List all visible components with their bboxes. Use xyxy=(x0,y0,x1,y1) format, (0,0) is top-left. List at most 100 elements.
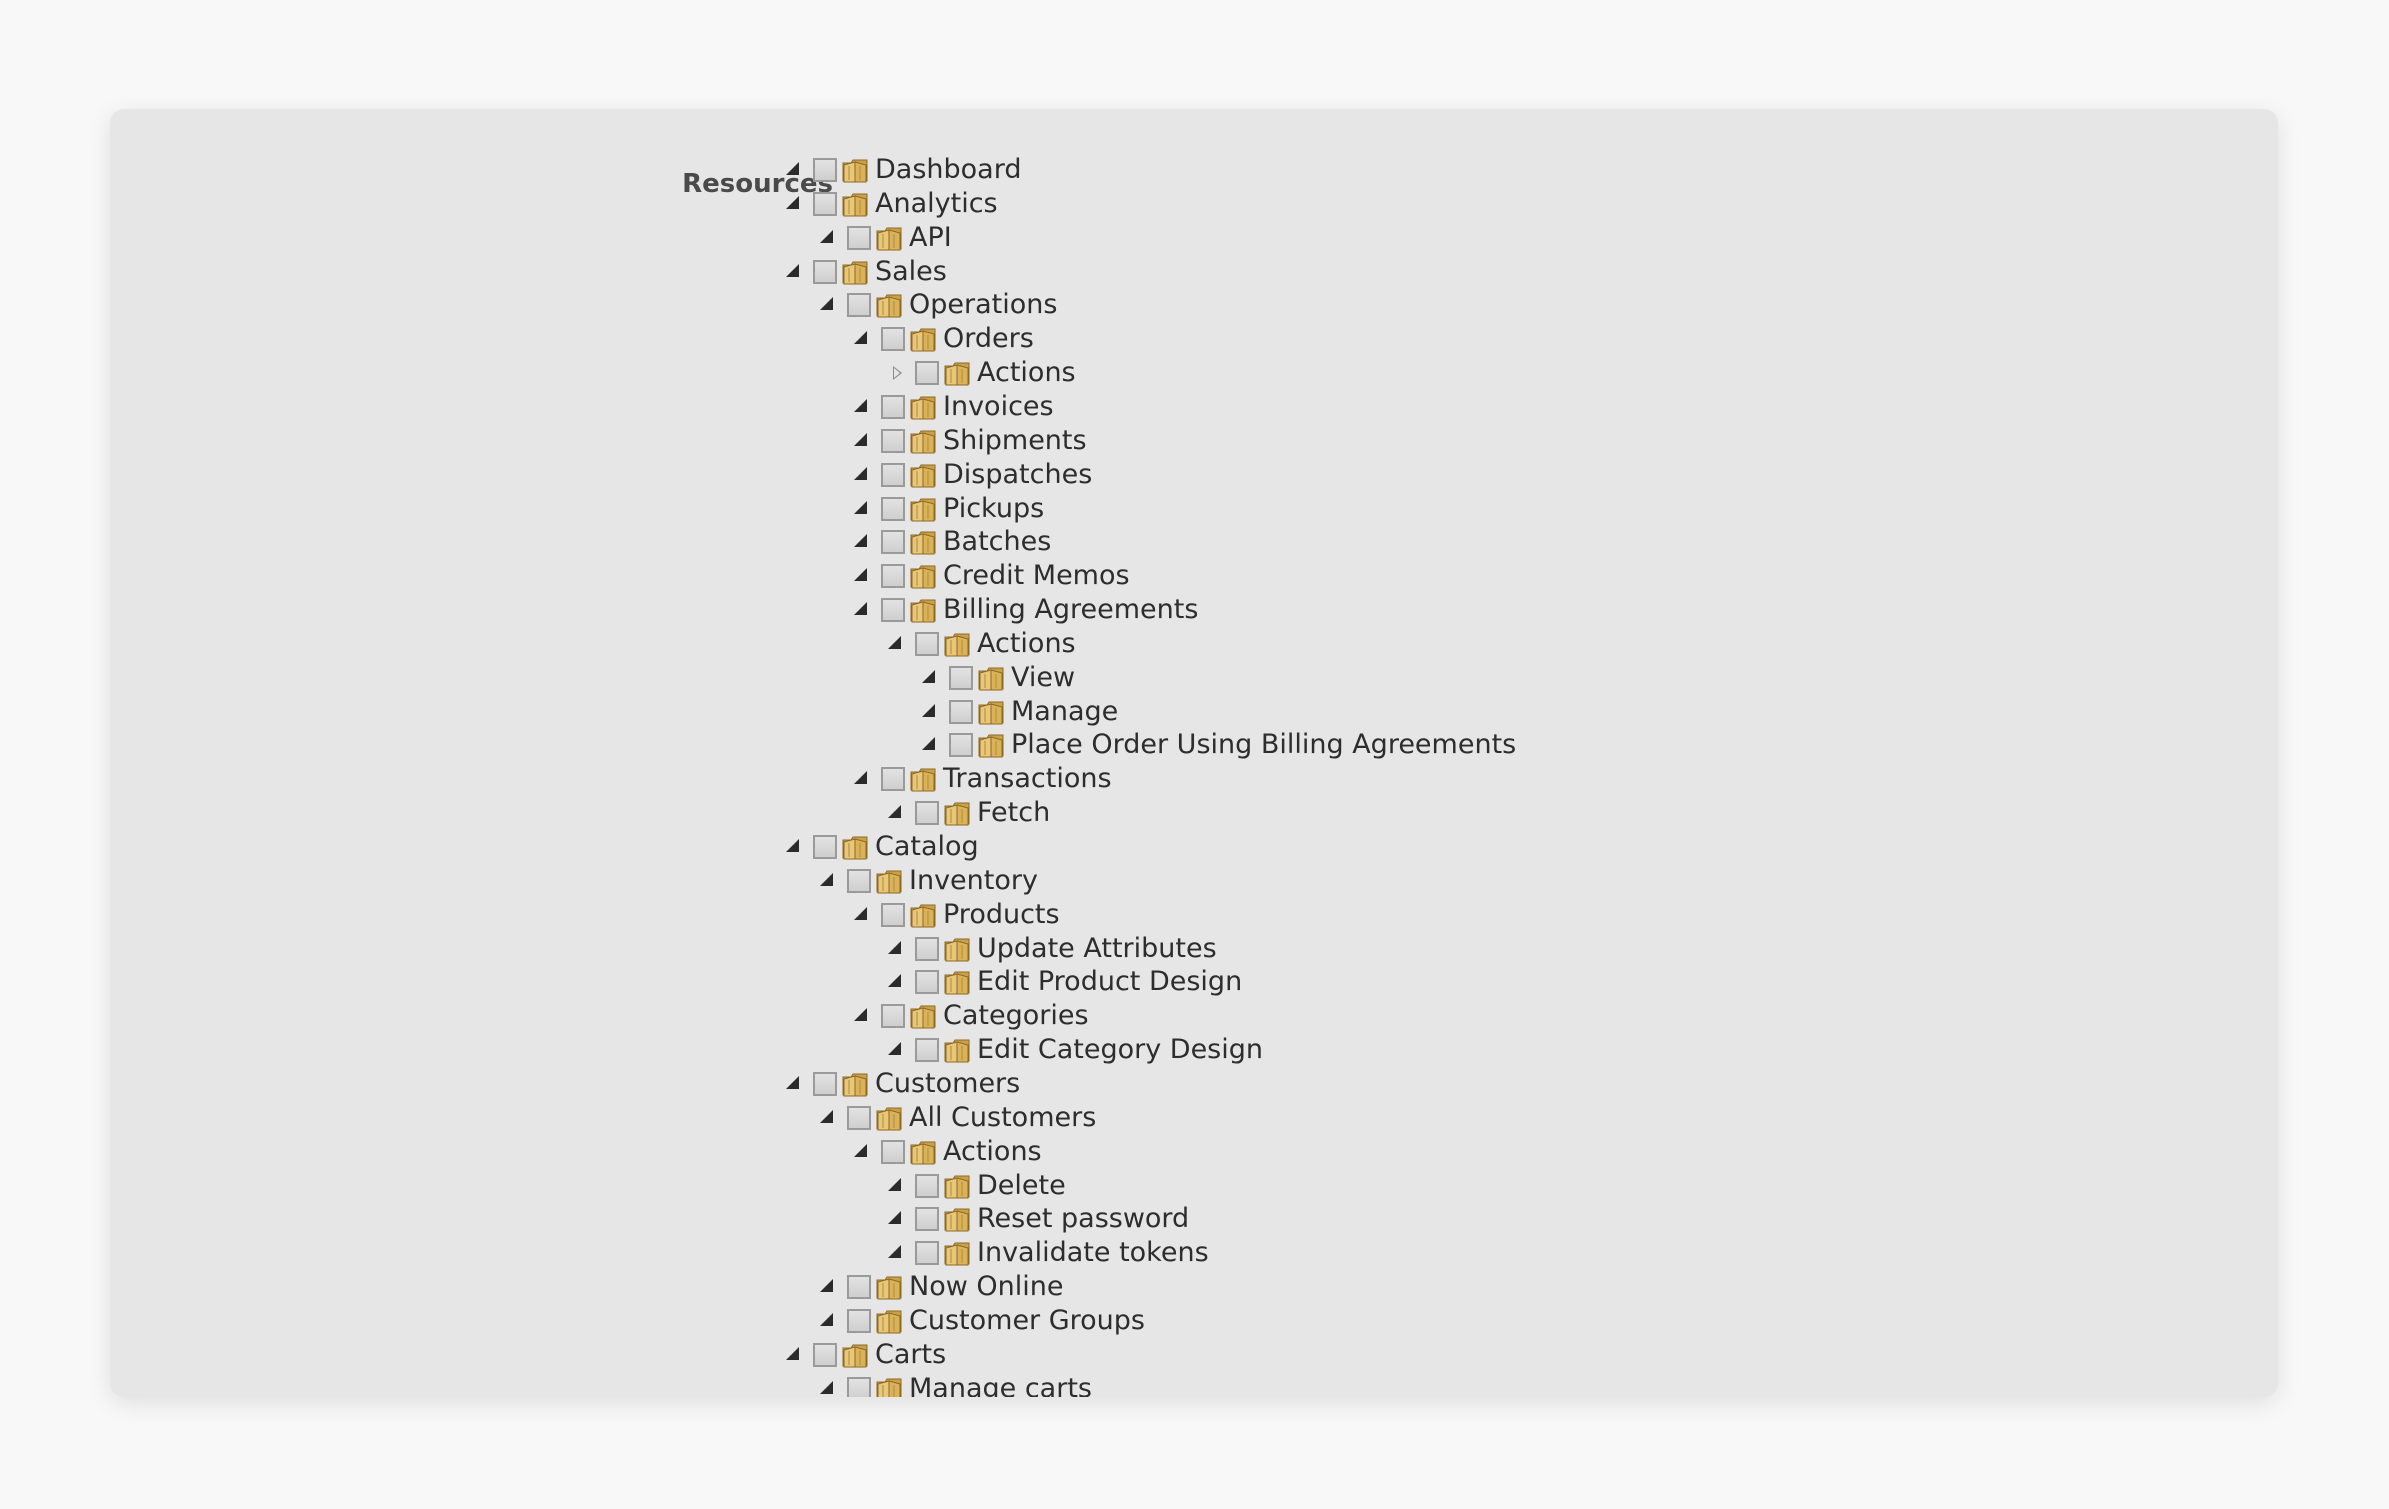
expand-arrow-icon[interactable] xyxy=(884,356,910,390)
node-checkbox[interactable] xyxy=(847,293,871,318)
tree-node[interactable]: Transactions xyxy=(850,762,1112,796)
tree-node[interactable]: Credit Memos xyxy=(850,559,1130,593)
tree-node[interactable]: Reset password xyxy=(884,1202,1189,1236)
node-checkbox[interactable] xyxy=(949,699,973,724)
tree-node[interactable]: Actions xyxy=(884,627,1076,661)
collapse-arrow-icon[interactable] xyxy=(782,255,808,289)
node-checkbox[interactable] xyxy=(813,259,837,284)
collapse-arrow-icon[interactable] xyxy=(816,288,842,322)
node-checkbox[interactable] xyxy=(881,428,905,453)
tree-node-label[interactable]: Shipments xyxy=(943,424,1087,458)
node-checkbox[interactable] xyxy=(881,1004,905,1029)
tree-node[interactable]: Shipments xyxy=(850,424,1087,458)
node-checkbox[interactable] xyxy=(881,462,905,487)
tree-node-label[interactable]: Orders xyxy=(943,322,1034,356)
collapse-arrow-icon[interactable] xyxy=(816,1372,842,1397)
tree-node-label[interactable]: Place Order Using Billing Agreements xyxy=(1011,728,1516,762)
tree-node-label[interactable]: Products xyxy=(943,898,1060,932)
tree-node[interactable]: Dispatches xyxy=(850,458,1092,492)
node-checkbox[interactable] xyxy=(847,1376,871,1397)
node-checkbox[interactable] xyxy=(813,1071,837,1096)
node-checkbox[interactable] xyxy=(813,1342,837,1367)
tree-node[interactable]: Customer Groups xyxy=(816,1304,1145,1338)
node-checkbox[interactable] xyxy=(949,665,973,690)
tree-node[interactable]: Operations xyxy=(816,288,1057,322)
tree-node-label[interactable]: Reset password xyxy=(977,1202,1189,1236)
node-checkbox[interactable] xyxy=(881,902,905,927)
collapse-arrow-icon[interactable] xyxy=(918,728,944,762)
tree-node[interactable]: Categories xyxy=(850,999,1089,1033)
tree-node[interactable]: Manage carts xyxy=(816,1372,1092,1397)
tree-node[interactable]: Orders xyxy=(850,322,1034,356)
collapse-arrow-icon[interactable] xyxy=(884,1202,910,1236)
node-checkbox[interactable] xyxy=(949,733,973,758)
collapse-arrow-icon[interactable] xyxy=(850,559,876,593)
node-checkbox[interactable] xyxy=(813,191,837,216)
node-checkbox[interactable] xyxy=(881,564,905,589)
tree-node-label[interactable]: Carts xyxy=(875,1338,946,1372)
node-checkbox[interactable] xyxy=(915,1241,939,1266)
tree-node[interactable]: Now Online xyxy=(816,1270,1063,1304)
tree-node[interactable]: API xyxy=(816,221,952,255)
tree-node-label[interactable]: Actions xyxy=(977,356,1076,390)
tree-node[interactable]: Fetch xyxy=(884,796,1050,830)
tree-node-label[interactable]: All Customers xyxy=(909,1101,1096,1135)
tree-node[interactable]: Actions xyxy=(850,1135,1042,1169)
tree-node-label[interactable]: Manage xyxy=(1011,695,1118,729)
tree-node-label[interactable]: Edit Product Design xyxy=(977,965,1242,999)
collapse-arrow-icon[interactable] xyxy=(850,999,876,1033)
collapse-arrow-icon[interactable] xyxy=(850,762,876,796)
tree-node-label[interactable]: Credit Memos xyxy=(943,559,1130,593)
collapse-arrow-icon[interactable] xyxy=(816,221,842,255)
collapse-arrow-icon[interactable] xyxy=(850,390,876,424)
tree-node-label[interactable]: Update Attributes xyxy=(977,932,1217,966)
tree-node[interactable]: Edit Product Design xyxy=(884,965,1242,999)
tree-node-label[interactable]: API xyxy=(909,221,952,255)
node-checkbox[interactable] xyxy=(881,767,905,792)
tree-node[interactable]: Manage xyxy=(918,695,1118,729)
collapse-arrow-icon[interactable] xyxy=(816,864,842,898)
tree-node[interactable]: Edit Category Design xyxy=(884,1033,1263,1067)
tree-node-label[interactable]: Batches xyxy=(943,525,1051,559)
tree-node[interactable]: Inventory xyxy=(816,864,1038,898)
tree-node-label[interactable]: Delete xyxy=(977,1169,1066,1203)
node-checkbox[interactable] xyxy=(915,1207,939,1232)
node-checkbox[interactable] xyxy=(915,801,939,826)
collapse-arrow-icon[interactable] xyxy=(782,1338,808,1372)
tree-node-label[interactable]: Edit Category Design xyxy=(977,1033,1263,1067)
collapse-arrow-icon[interactable] xyxy=(884,965,910,999)
tree-node-label[interactable]: Billing Agreements xyxy=(943,593,1198,627)
tree-node[interactable]: Invalidate tokens xyxy=(884,1236,1209,1270)
tree-node-label[interactable]: Transactions xyxy=(943,762,1112,796)
tree-node[interactable]: Sales xyxy=(782,255,947,289)
tree-node[interactable]: Actions xyxy=(884,356,1076,390)
collapse-arrow-icon[interactable] xyxy=(850,322,876,356)
node-checkbox[interactable] xyxy=(881,327,905,352)
collapse-arrow-icon[interactable] xyxy=(884,627,910,661)
collapse-arrow-icon[interactable] xyxy=(850,593,876,627)
tree-node-label[interactable]: Fetch xyxy=(977,796,1050,830)
tree-node[interactable]: Batches xyxy=(850,525,1051,559)
tree-node-label[interactable]: Pickups xyxy=(943,492,1044,526)
node-checkbox[interactable] xyxy=(881,1139,905,1164)
tree-node-label[interactable]: Now Online xyxy=(909,1270,1063,1304)
node-checkbox[interactable] xyxy=(847,1275,871,1300)
node-checkbox[interactable] xyxy=(881,394,905,419)
node-checkbox[interactable] xyxy=(915,1173,939,1198)
tree-node[interactable]: Products xyxy=(850,898,1060,932)
tree-node-label[interactable]: Customers xyxy=(875,1067,1020,1101)
node-checkbox[interactable] xyxy=(881,530,905,555)
tree-node-label[interactable]: Invoices xyxy=(943,390,1054,424)
node-checkbox[interactable] xyxy=(881,598,905,623)
tree-node-label[interactable]: Analytics xyxy=(875,187,998,221)
tree-node[interactable]: Catalog xyxy=(782,830,979,864)
collapse-arrow-icon[interactable] xyxy=(850,424,876,458)
collapse-arrow-icon[interactable] xyxy=(884,796,910,830)
tree-node-label[interactable]: Customer Groups xyxy=(909,1304,1145,1338)
collapse-arrow-icon[interactable] xyxy=(850,1135,876,1169)
tree-node-label[interactable]: View xyxy=(1011,661,1075,695)
tree-node-label[interactable]: Dashboard xyxy=(875,153,1021,187)
tree-node-label[interactable]: Actions xyxy=(943,1135,1042,1169)
collapse-arrow-icon[interactable] xyxy=(884,1169,910,1203)
node-checkbox[interactable] xyxy=(847,1105,871,1130)
